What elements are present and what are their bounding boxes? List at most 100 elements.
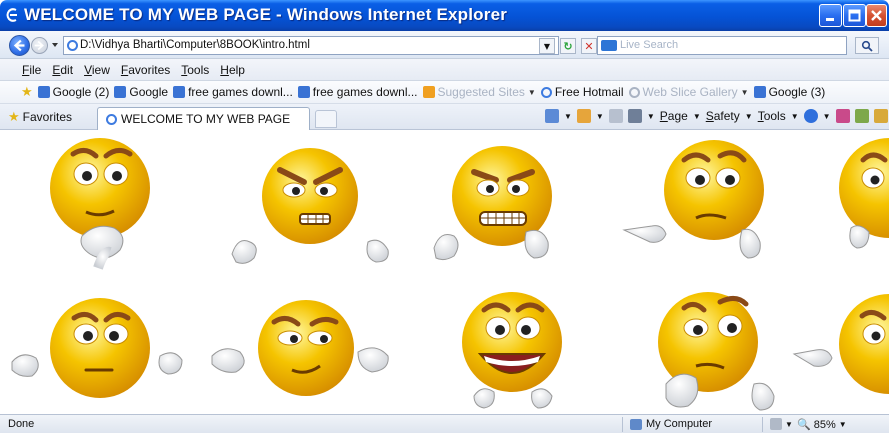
google-icon (297, 86, 310, 98)
refresh-button[interactable]: ↻ (560, 38, 576, 54)
favorite-link-web-slice-gallery[interactable]: Web Slice Gallery ▼ (628, 85, 749, 99)
menu-favorites[interactable]: Favorites (121, 63, 170, 77)
window-title: WELCOME TO MY WEB PAGE - Windows Interne… (24, 5, 508, 24)
back-button[interactable] (9, 35, 30, 56)
chevron-down-icon[interactable]: ▼ (564, 112, 572, 121)
status-divider (762, 417, 763, 432)
favorites-star-icon: ★ (8, 109, 20, 124)
address-text: D:\Vidhya Bharti\Computer\8BOOK\intro.ht… (80, 39, 310, 51)
protected-mode-icon[interactable] (770, 418, 782, 430)
tab-title: WELCOME TO MY WEB PAGE (121, 112, 291, 126)
read-mail-icon[interactable] (608, 109, 623, 123)
add-favorite-star-icon[interactable]: ★ (21, 84, 33, 100)
page-icon (67, 40, 78, 51)
smiley-face-icon (658, 292, 775, 411)
tab-bar: ★ Favorites WELCOME TO MY WEB PAGE ▼ ▼ ▼… (0, 104, 889, 130)
menu-bar: File Edit View Favorites Tools Help (0, 59, 889, 81)
close-icon (871, 10, 882, 21)
search-icon (861, 40, 873, 52)
feeds-icon[interactable] (576, 109, 591, 123)
page-content (0, 130, 889, 414)
address-row: D:\Vidhya Bharti\Computer\8BOOK\intro.ht… (0, 31, 889, 59)
favorite-link-google[interactable]: Google (114, 85, 168, 99)
status-divider (622, 417, 623, 432)
ie-icon (628, 86, 640, 98)
ie-icon (106, 113, 117, 125)
research-icon[interactable] (835, 109, 850, 123)
page-menu[interactable]: Page (660, 109, 688, 123)
security-zone[interactable]: My Computer (630, 418, 712, 430)
smiley-face-icon (792, 294, 889, 394)
favorite-label: Web Slice Gallery (642, 85, 738, 99)
close-button[interactable] (866, 4, 887, 27)
smiley-doubtful (622, 134, 787, 266)
smiley-skeptical (636, 288, 786, 414)
address-input[interactable]: D:\Vidhya Bharti\Computer\8BOOK\intro.ht… (63, 36, 559, 55)
menu-view[interactable]: View (84, 63, 110, 77)
favorite-label: free games downl... (312, 85, 418, 99)
chevron-down-icon[interactable]: ▼ (693, 112, 701, 121)
smiley-face-icon (50, 138, 150, 270)
zoom-control[interactable]: 🔍 85% ▼ (797, 418, 847, 432)
smiley-face-icon (231, 148, 389, 264)
title-bar[interactable]: WELCOME TO MY WEB PAGE - Windows Interne… (0, 0, 889, 31)
favorite-label: Google (129, 85, 169, 99)
menu-help[interactable]: Help (220, 63, 245, 77)
status-bar: Done My Computer ▼ 🔍 85% ▼ (0, 414, 889, 433)
search-button[interactable] (855, 37, 879, 54)
maximize-button[interactable] (843, 4, 866, 27)
tools-menu[interactable]: Tools (758, 109, 786, 123)
recent-pages-dropdown[interactable] (50, 40, 60, 50)
favorite-link-google-3[interactable]: Google (3) (753, 85, 825, 99)
chevron-down-icon[interactable]: ▼ (791, 112, 799, 121)
smiley-face-icon (839, 138, 889, 249)
address-tools: ▼ ↻ ✕ (539, 38, 597, 54)
forward-button[interactable] (31, 37, 48, 54)
search-input[interactable]: Live Search (597, 36, 847, 55)
favorite-link-free-games-2[interactable]: free games downl... (297, 85, 418, 99)
new-tab-button[interactable] (315, 110, 337, 128)
smiley-angry (228, 144, 393, 269)
home-icon[interactable] (545, 109, 559, 123)
zoom-level: 85% (813, 418, 836, 431)
chevron-down-icon[interactable]: ▼ (823, 112, 831, 121)
tab-welcome[interactable]: WELCOME TO MY WEB PAGE (97, 107, 310, 130)
blog-icon[interactable] (854, 109, 869, 123)
maximize-icon (848, 9, 861, 22)
chevron-down-icon[interactable]: ▼ (785, 420, 793, 429)
chevron-down-icon[interactable]: ▼ (745, 112, 753, 121)
smiley-grimacing (430, 140, 560, 270)
chevron-down-icon[interactable]: ▼ (596, 112, 604, 121)
google-icon (173, 86, 186, 98)
google-icon (114, 86, 127, 98)
favorites-center-button[interactable]: ★ Favorites (8, 109, 72, 125)
chevron-down-icon: ▼ (740, 87, 749, 97)
stop-button[interactable]: ✕ (581, 38, 597, 54)
favorites-label: Favorites (22, 110, 73, 124)
print-icon[interactable] (627, 109, 642, 123)
favorite-label: Suggested Sites (437, 85, 525, 99)
favorite-link-free-games-1[interactable]: free games downl... (173, 85, 293, 99)
google-icon (753, 86, 766, 98)
safety-menu[interactable]: Safety (706, 109, 740, 123)
smiley-sly-smirk (210, 292, 410, 414)
minimize-icon (826, 18, 834, 21)
ie-icon (540, 86, 552, 98)
smiley-face-icon (211, 300, 389, 396)
help-icon[interactable] (803, 109, 818, 123)
menu-tools[interactable]: Tools (181, 63, 209, 77)
address-dropdown-button[interactable]: ▼ (539, 38, 555, 54)
favorite-link-free-hotmail[interactable]: Free Hotmail (540, 85, 624, 99)
chevron-down-icon: ▼ (838, 420, 847, 429)
messenger-icon[interactable] (873, 109, 888, 123)
favorite-label: Free Hotmail (554, 85, 624, 99)
smiley-partial-right-pointing (792, 290, 889, 412)
favorite-link-suggested-sites[interactable]: Suggested Sites ▼ (422, 85, 536, 99)
menu-edit[interactable]: Edit (52, 63, 73, 77)
chevron-down-icon[interactable]: ▼ (647, 112, 655, 121)
command-bar: ▼ ▼ ▼ Page ▼ Safety ▼ Tools ▼ ▼ (545, 109, 888, 123)
favorite-link-google-2[interactable]: Google (2) (37, 85, 110, 99)
favorite-label: Google (2) (52, 85, 110, 99)
minimize-button[interactable] (819, 4, 842, 27)
menu-file[interactable]: File (22, 63, 41, 77)
